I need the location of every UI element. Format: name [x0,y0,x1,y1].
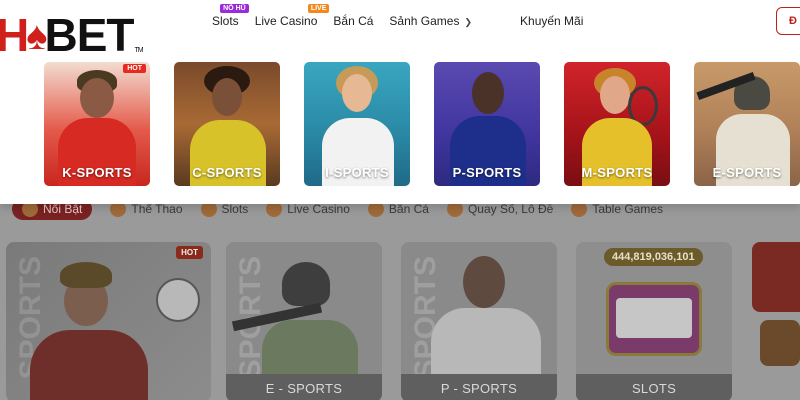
esports-card[interactable]: SPORTS E - SPORTS [226,242,382,400]
sports-option-i-sports[interactable]: I-SPORTS [304,62,410,186]
nav-live-casino[interactable]: Live Casino LIVE [255,4,330,28]
card-caption: P - SPORTS [401,374,557,400]
hot-badge: HOT [123,64,146,73]
chevron-down-icon: ❯ [464,17,473,27]
sports-option-label: C-SPORTS [192,165,262,180]
sports-option-label: E-SPORTS [712,165,782,180]
player-jersey [30,330,148,400]
partial-card[interactable] [752,242,800,312]
player-head [472,72,504,114]
live-badge: LIVE [307,4,330,13]
nav-promotions[interactable]: Khuyến Mãi [520,14,583,28]
sports-option-c-sports[interactable]: C-SPORTS [174,62,280,186]
player-head [463,256,505,308]
slots-card[interactable]: 444,819,036,101 SLOTS [576,242,732,400]
soccer-ball-icon [156,278,200,322]
card-caption: E - SPORTS [226,374,382,400]
slot-reels [616,298,692,338]
sports-option-label: P-SPORTS [452,165,522,180]
player-head [342,74,372,112]
helmet-figure [282,262,330,306]
spade-icon: ♠ [26,14,47,58]
player-head [80,78,114,118]
sports-option-label: K-SPORTS [62,165,132,180]
sports-option-m-sports[interactable]: M-SPORTS [564,62,670,186]
featured-sports-card[interactable]: SPORTS HOT [6,242,211,400]
player-head [212,78,242,116]
sports-option-label: I-SPORTS [325,165,389,180]
player-head [600,76,630,114]
sports-option-e-sports[interactable]: E-SPORTS [694,62,800,186]
psports-card[interactable]: SPORTS P - SPORTS [401,242,557,400]
sports-dropdown-panel: HOT K-SPORTS C-SPORTS I-SPORTS P-SPORTS … [0,42,800,204]
nav-slots[interactable]: Slots NỔ HŨ [212,4,249,28]
hot-badge: HOT [176,246,203,259]
nav-fishing[interactable]: Bắn Cá [333,14,373,28]
jackpot-badge: NỔ HŨ [220,4,249,13]
sports-option-k-sports[interactable]: HOT K-SPORTS [44,62,150,186]
header-action-button[interactable]: Đ [776,7,800,35]
nav-game-lobby[interactable]: Sảnh Games ❯ [389,14,472,28]
player-hair [60,262,112,288]
brand-logo[interactable]: H ♠ BET TM [0,10,144,58]
jackpot-counter: 444,819,036,101 [604,248,703,266]
sports-option-label: M-SPORTS [581,165,653,180]
partial-card-thumb[interactable] [760,320,800,366]
sports-option-p-sports[interactable]: P-SPORTS [434,62,540,186]
main-nav: Slots NỔ HŨ Live Casino LIVE Bắn Cá Sảnh… [212,0,599,42]
card-caption: SLOTS [576,374,732,400]
